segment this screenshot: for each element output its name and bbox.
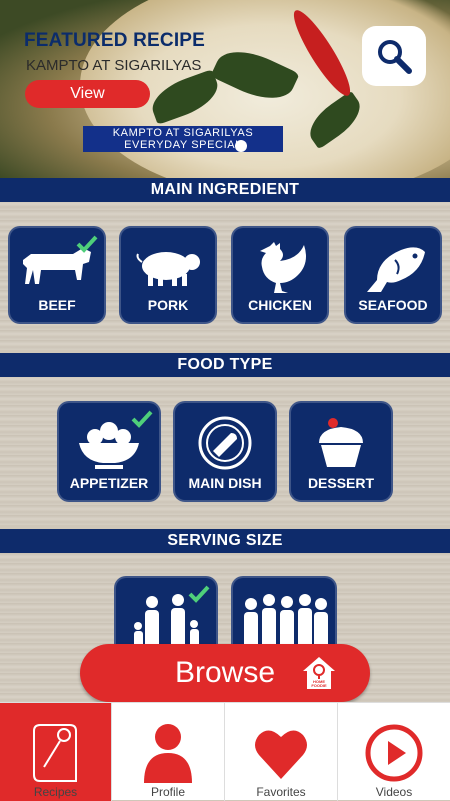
profile-icon: [144, 724, 192, 783]
nav-label: Favorites: [256, 785, 306, 799]
foodtype-label: DESSERT: [307, 475, 375, 491]
featured-heading: FEATURED RECIPE: [24, 30, 206, 51]
ingredient-beef-button[interactable]: BEEF: [8, 226, 106, 324]
check-icon: [131, 410, 153, 428]
chicken-icon: [260, 242, 306, 293]
foodtype-dessert-button[interactable]: DESSERT: [289, 401, 393, 502]
nav-label: Recipes: [33, 785, 78, 799]
view-button[interactable]: View: [25, 80, 150, 108]
ingredient-label: CHICKEN: [248, 297, 312, 313]
ingredient-label: BEEF: [38, 297, 76, 313]
foodtype-appetizer-button[interactable]: APPETIZER: [57, 401, 161, 502]
ingredient-label: PORK: [147, 297, 189, 313]
cupcake-icon: [319, 418, 363, 467]
recipe-book-icon: [32, 724, 77, 782]
bottom-navigation: Recipes Profile Favorites Videos: [0, 702, 450, 801]
carousel-indicator[interactable]: [235, 140, 247, 152]
check-icon: [76, 235, 98, 253]
home-foodie-logo-icon: HOME FOODIE: [303, 657, 335, 689]
heart-icon: [255, 730, 307, 779]
foodtype-label: APPETIZER: [69, 475, 149, 491]
search-icon: [378, 40, 412, 74]
svg-text:FOODIE: FOODIE: [311, 683, 327, 688]
nav-label: Profile: [150, 785, 185, 799]
search-button[interactable]: [362, 26, 426, 86]
section-header-main-ingredient: MAIN INGREDIENT: [0, 178, 450, 202]
fish-icon: [367, 247, 425, 292]
nav-videos[interactable]: Videos: [338, 703, 450, 801]
foodtype-label: MAIN DISH: [188, 475, 262, 491]
nav-recipes[interactable]: Recipes: [0, 703, 112, 801]
featured-caption: KAMPTO AT SIGARILYAS EVERYDAY SPECIAL: [83, 126, 283, 152]
check-icon: [188, 585, 210, 603]
crowd-icon: [244, 594, 328, 650]
ingredient-chicken-button[interactable]: CHICKEN: [231, 226, 329, 324]
browse-button[interactable]: Browse HOME FOODIE: [80, 644, 370, 702]
nav-profile[interactable]: Profile: [112, 703, 225, 801]
featured-recipe-banner[interactable]: FEATURED RECIPE KAMPTO AT SIGARILYAS Vie…: [0, 0, 450, 178]
nav-label: Videos: [375, 785, 413, 799]
pig-icon: [136, 252, 200, 286]
nav-favorites[interactable]: Favorites: [225, 703, 338, 801]
play-icon: [365, 724, 423, 782]
ingredient-label: SEAFOOD: [358, 297, 428, 313]
ingredient-seafood-button[interactable]: SEAFOOD: [344, 226, 442, 324]
ingredient-pork-button[interactable]: PORK: [119, 226, 217, 324]
caption-line-1: KAMPTO AT SIGARILYAS: [112, 127, 254, 139]
section-header-food-type: FOOD TYPE: [0, 353, 450, 377]
plate-steak-icon: [198, 416, 252, 470]
featured-recipe-name: KAMPTO AT SIGARILYAS: [26, 57, 202, 74]
caption-line-2: EVERYDAY SPECIAL: [124, 139, 242, 151]
section-header-serving-size: SERVING SIZE: [0, 529, 450, 553]
foodtype-main-dish-button[interactable]: MAIN DISH: [173, 401, 277, 502]
